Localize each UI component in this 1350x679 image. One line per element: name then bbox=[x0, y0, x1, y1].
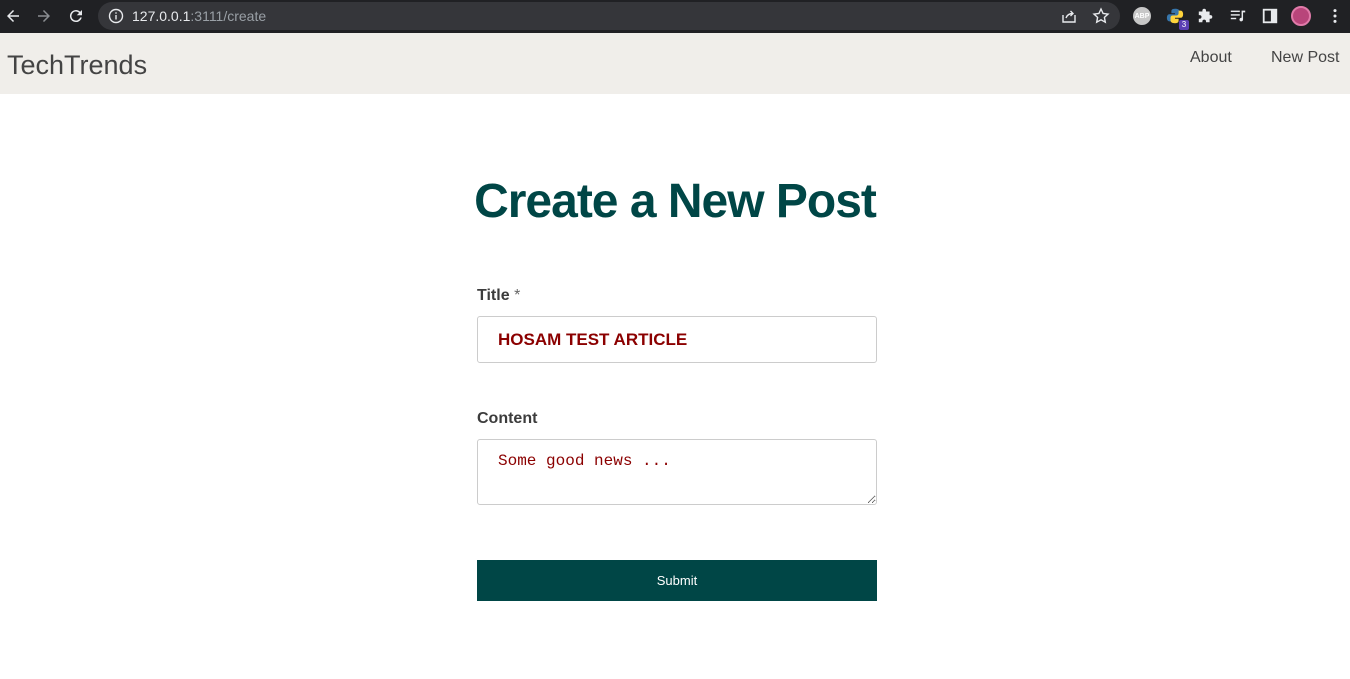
info-icon[interactable] bbox=[108, 8, 124, 24]
required-mark: * bbox=[514, 287, 521, 304]
url-text[interactable]: 127.0.0.1:3111/create bbox=[132, 8, 266, 24]
url-host: 127.0.0.1 bbox=[132, 8, 191, 24]
reload-icon[interactable] bbox=[66, 6, 86, 26]
media-control-icon[interactable] bbox=[1228, 6, 1248, 26]
abp-label: ABP bbox=[1133, 7, 1151, 25]
url-path: :3111/create bbox=[190, 8, 267, 24]
profile-avatar[interactable] bbox=[1291, 6, 1311, 26]
create-post-form: Title * Content Some good news ... Submi… bbox=[477, 287, 877, 601]
brand-link[interactable]: TechTrends bbox=[7, 50, 147, 81]
puzzle-extensions-icon[interactable] bbox=[1196, 6, 1216, 26]
extension-badge: 3 bbox=[1179, 20, 1189, 30]
side-panel-icon[interactable] bbox=[1260, 6, 1280, 26]
nav-link-about[interactable]: About bbox=[1190, 49, 1232, 67]
page-title: Create a New Post bbox=[474, 175, 877, 228]
bookmark-star-icon[interactable] bbox=[1092, 7, 1110, 25]
kebab-menu-icon[interactable] bbox=[1325, 6, 1345, 26]
back-icon[interactable] bbox=[3, 6, 23, 26]
title-label: Title * bbox=[477, 287, 877, 305]
forward-icon[interactable] bbox=[34, 6, 54, 26]
python-extension-icon[interactable]: 3 bbox=[1165, 6, 1189, 30]
content-textarea[interactable]: Some good news ... bbox=[477, 439, 877, 505]
browser-toolbar: 127.0.0.1:3111/create ABP 3 bbox=[0, 0, 1350, 33]
site-navbar: TechTrends About New Post bbox=[0, 33, 1350, 94]
submit-button[interactable]: Submit bbox=[477, 560, 877, 601]
share-icon[interactable] bbox=[1060, 7, 1078, 25]
content-label: Content bbox=[477, 410, 538, 427]
nav-link-new-post[interactable]: New Post bbox=[1271, 49, 1339, 67]
title-label-text: Title bbox=[477, 287, 510, 304]
adblock-extension-icon[interactable]: ABP bbox=[1132, 6, 1152, 26]
address-bar[interactable]: 127.0.0.1:3111/create bbox=[98, 2, 1120, 30]
title-input[interactable] bbox=[477, 316, 877, 363]
